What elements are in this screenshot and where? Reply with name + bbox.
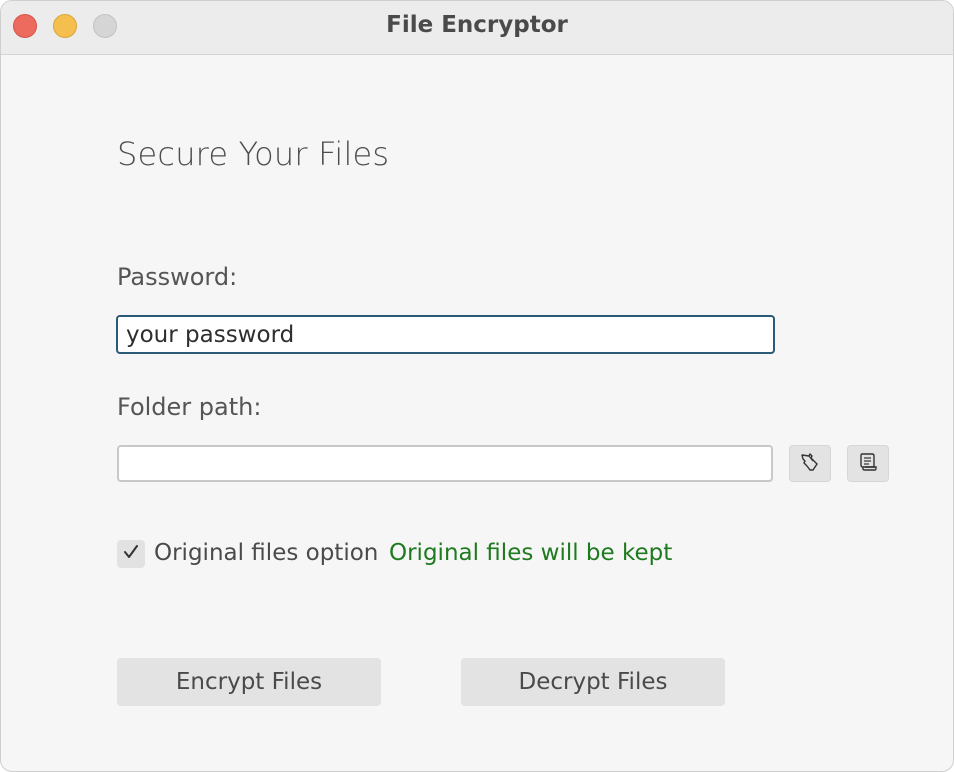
- original-files-checkbox[interactable]: [117, 540, 145, 568]
- encrypt-files-button[interactable]: Encrypt Files: [117, 658, 381, 706]
- open-file-list-button[interactable]: [847, 445, 889, 482]
- app-window: File Encryptor Secure Your Files Passwor…: [0, 0, 954, 772]
- checkmark-icon: [121, 542, 141, 566]
- hand-pointer-icon: [799, 451, 821, 477]
- original-files-status: Original files will be kept: [389, 540, 673, 566]
- title-bar: File Encryptor: [1, 1, 953, 55]
- window-title: File Encryptor: [386, 12, 568, 38]
- scroll-icon: [857, 451, 879, 477]
- folder-path-label: Folder path:: [117, 393, 262, 421]
- password-label: Password:: [117, 263, 238, 291]
- original-files-option-label[interactable]: Original files option: [154, 540, 378, 566]
- decrypt-files-button[interactable]: Decrypt Files: [461, 658, 725, 706]
- page-heading: Secure Your Files: [117, 135, 390, 173]
- browse-folder-button[interactable]: [789, 445, 831, 482]
- folder-path-input[interactable]: [117, 445, 773, 482]
- password-input[interactable]: [116, 315, 775, 354]
